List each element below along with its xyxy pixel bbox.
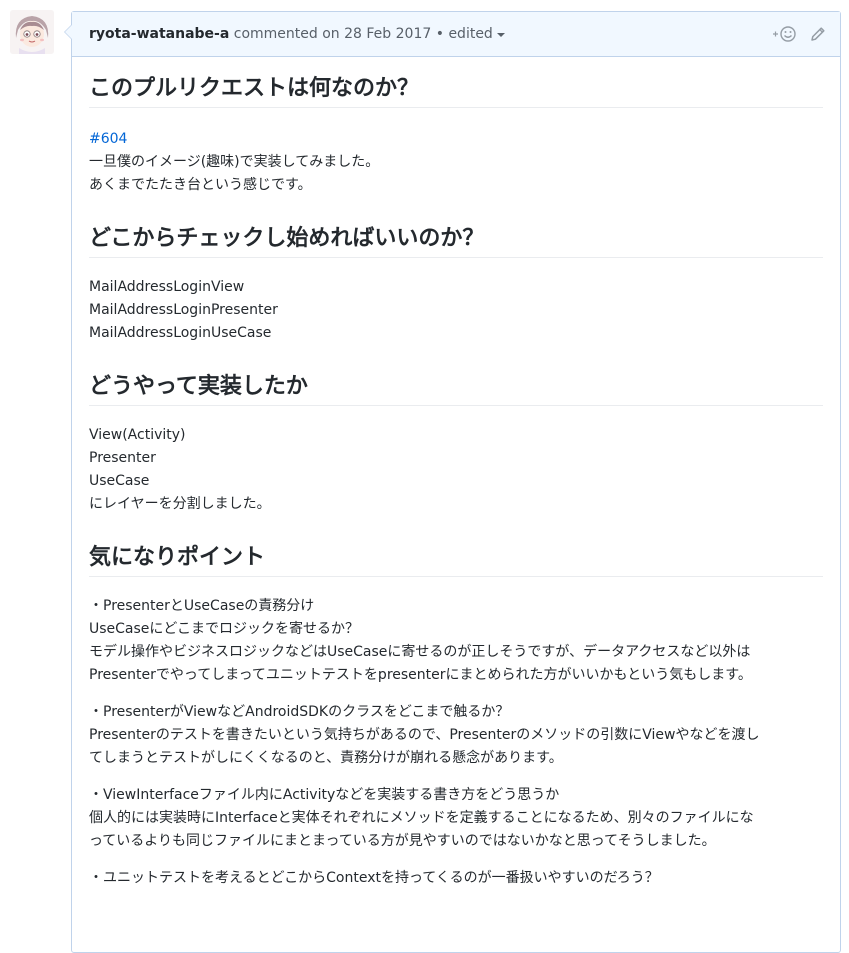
text-line: モデル操作やビジネスロジックなどはUseCaseに寄せるのが正しそうですが、デー… (89, 644, 751, 660)
text-line: Presenter (89, 450, 156, 466)
text-line: あくまでたたき台という感じです。 (89, 177, 312, 193)
text-line: ・PresenterとUseCaseの責務分け (89, 598, 315, 614)
author-link[interactable]: ryota-watanabe-a (89, 26, 229, 42)
edited-dropdown[interactable]: edited (448, 26, 505, 42)
section-heading: 気になりポイント (89, 540, 823, 577)
section-paragraph: MailAddressLoginView MailAddressLoginPre… (89, 276, 823, 345)
text-line: Presenterのテストを書きたいという気持ちがあるので、Presenterの… (89, 727, 760, 743)
comment-body: このプルリクエストは何なのか？ #604 一旦僕のイメージ(趣味)で実装してみま… (72, 57, 840, 890)
section-paragraph: ・ユニットテストを考えるとどこからContextを持ってくるのが一番扱いやすいの… (89, 867, 823, 890)
text-line: にレイヤーを分割しました。 (89, 496, 271, 512)
section-heading: どうやって実装したか (89, 369, 823, 406)
section-paragraph: #604 一旦僕のイメージ(趣味)で実装してみました。 あくまでたたき台という感… (89, 128, 823, 197)
edited-label: edited (448, 26, 493, 42)
add-reaction-icon (773, 26, 796, 42)
chevron-down-icon (496, 33, 505, 37)
section-heading: どこからチェックし始めればいいのか？ (89, 221, 823, 258)
section-paragraph: View(Activity) Presenter UseCase にレイヤーを分… (89, 424, 823, 516)
separator-dot: • (435, 26, 444, 42)
text-line: 一旦僕のイメージ(趣味)で実装してみました。 (89, 154, 380, 170)
issue-link[interactable]: #604 (89, 128, 823, 151)
pencil-icon (811, 27, 825, 41)
text-line: ・ViewInterfaceファイル内にActivityなどを実装する書き方をど… (89, 787, 560, 803)
section-paragraph: ・PresenterとUseCaseの責務分け UseCaseにどこまでロジック… (89, 595, 823, 687)
text-line: 個人的には実装時にInterfaceと実体それぞれにメソッドを定義することになる… (89, 810, 754, 826)
comment-action: commented on (233, 26, 340, 42)
text-line: ・PresenterがViewなどAndroidSDKのクラスをどこまで触るか？ (89, 704, 510, 720)
text-line: MailAddressLoginPresenter (89, 302, 278, 318)
section-heading: このプルリクエストは何なのか？ (89, 71, 823, 108)
add-reaction-button[interactable] (772, 25, 798, 43)
text-line: っているよりも同じファイルにまとまっている方が見やすいのではないかなと思ってそう… (89, 833, 716, 849)
text-line: MailAddressLoginView (89, 279, 245, 295)
text-line: てしまうとテストがしにくくなるのと、責務分けが崩れる懸念があります。 (89, 750, 563, 766)
text-line: ・ユニットテストを考えるとどこからContextを持ってくるのが一番扱いやすいの… (89, 870, 659, 886)
text-line: View(Activity) (89, 427, 186, 443)
section-paragraph: ・PresenterがViewなどAndroidSDKのクラスをどこまで触るか？… (89, 701, 823, 770)
comment-date-link[interactable]: 28 Feb 2017 (344, 26, 431, 42)
comment-header: ryota-watanabe-a commented on 28 Feb 201… (72, 12, 840, 57)
avatar[interactable] (10, 10, 54, 54)
section-paragraph: ・ViewInterfaceファイル内にActivityなどを実装する書き方をど… (89, 784, 823, 853)
text-line: Presenterでやってしまってユニットテストをpresenterにまとめられ… (89, 667, 752, 683)
text-line: UseCase (89, 473, 150, 489)
text-line: MailAddressLoginUseCase (89, 325, 272, 341)
comment: ryota-watanabe-a commented on 28 Feb 201… (64, 11, 841, 953)
text-line: UseCaseにどこまでロジックを寄せるか？ (89, 621, 359, 637)
edit-button[interactable] (810, 26, 826, 42)
